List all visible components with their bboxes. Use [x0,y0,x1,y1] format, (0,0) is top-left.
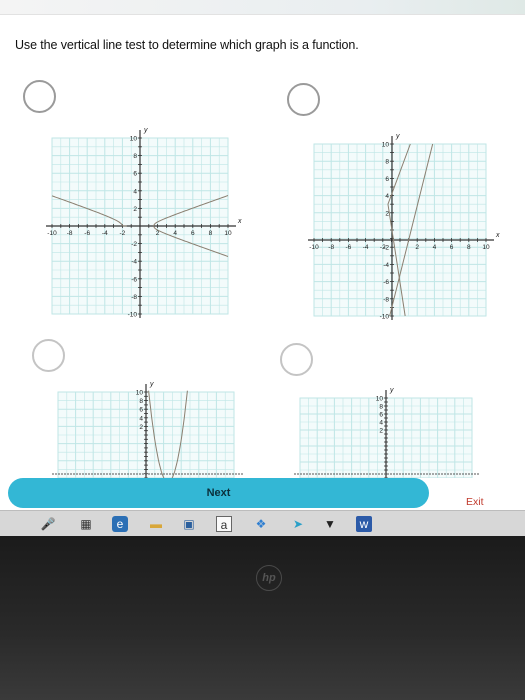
dropbox-icon[interactable]: ❖ [253,516,269,532]
x-tick-label: -8 [67,230,73,237]
y-tick-label: 6 [139,407,143,414]
question-text: Use the vertical line test to determine … [15,38,359,52]
next-button[interactable]: Next [8,478,429,508]
top-bar [0,0,525,15]
taskbar: 🎤 ▦ e ▬ ▣ a ❖ ➤ ▼ w [0,510,525,537]
app-icon[interactable]: w [356,516,372,532]
y-tick-label: 2 [139,424,143,431]
graph-d: y 108642 [294,387,480,478]
browser-content: Use the vertical line test to determine … [0,0,525,510]
exit-link[interactable]: Exit [466,496,484,508]
x-tick-label: 4 [433,244,437,251]
y-tick-label: -10 [380,314,390,321]
email-icon[interactable]: ▼ [322,516,338,532]
x-axis-label: x [237,218,242,225]
y-tick-label: -8 [131,294,137,301]
y-tick-label: -4 [383,262,389,269]
x-tick-label: -8 [328,244,334,251]
y-tick-label: 10 [382,142,390,149]
y-tick-label: 4 [133,188,137,195]
graph-b-grid [313,143,487,317]
graph-a: yx-10 -8 -6 -4 -2 2 4 6 8 10108642-2-4-6-8-10 [46,128,242,319]
x-tick-label: -10 [47,230,57,237]
laptop-bezel [0,536,525,700]
radio-choice-c[interactable] [32,339,65,372]
y-tick-label: 4 [385,193,389,200]
x-tick-label: -6 [84,230,90,237]
graph-b: yx-10 -8 -6 -4 -2 2 4 6 8 10108642-2-4-6-8-10 [308,133,500,321]
mic-icon[interactable]: 🎤 [40,516,56,532]
x-tick-label: 4 [173,230,177,237]
x-tick-label: 10 [482,244,490,251]
y-axis-label: y [149,381,154,388]
y-tick-label: 4 [139,415,143,422]
x-tick-label: -2 [120,230,126,237]
x-tick-label: 6 [450,244,454,251]
y-axis-label: y [143,128,148,134]
y-tick-label: 8 [385,159,389,166]
y-tick-label: 8 [133,153,137,160]
y-tick-label: -2 [131,241,137,248]
y-axis-label: y [389,387,394,394]
x-tick-label: 2 [415,244,419,251]
y-tick-label: 6 [385,176,389,183]
y-tick-label: -2 [383,245,389,252]
y-tick-label: 4 [379,420,383,427]
task-view-icon[interactable]: ▦ [78,516,94,532]
store-icon[interactable]: ▣ [181,516,197,532]
arrow-icon[interactable]: ➤ [290,516,306,532]
radio-choice-b[interactable] [287,83,320,116]
graph-c: y 108 64 2 [52,381,244,478]
x-tick-label: 8 [467,244,471,251]
radio-choice-d[interactable] [280,343,313,376]
y-tick-label: 6 [379,412,383,419]
x-tick-label: -6 [346,244,352,251]
x-tick-label: -4 [363,244,369,251]
x-tick-label: -4 [102,230,108,237]
radio-choice-a[interactable] [23,80,56,113]
edge-icon[interactable]: e [112,516,128,532]
y-tick-label: -10 [128,312,138,319]
y-tick-label: -4 [131,259,137,266]
y-axis-label: y [395,133,400,140]
x-axis-label: x [495,232,500,239]
y-tick-label: 2 [379,428,383,435]
x-tick-label: 10 [224,230,232,237]
y-tick-label: 10 [130,136,138,143]
y-tick-label: 10 [136,390,144,397]
hp-logo: hp [256,565,282,591]
y-tick-label: -6 [131,276,137,283]
y-tick-label: 6 [133,171,137,178]
y-tick-label: 10 [376,396,384,403]
word-icon[interactable]: a [216,516,232,532]
x-tick-label: 8 [209,230,213,237]
x-tick-label: 6 [191,230,195,237]
x-tick-label: -10 [309,244,319,251]
y-tick-label: -8 [383,296,389,303]
file-explorer-icon[interactable]: ▬ [148,516,164,532]
y-tick-label: 2 [133,206,137,213]
y-tick-label: -6 [383,279,389,286]
y-tick-label: 8 [139,398,143,405]
y-tick-label: 8 [379,404,383,411]
